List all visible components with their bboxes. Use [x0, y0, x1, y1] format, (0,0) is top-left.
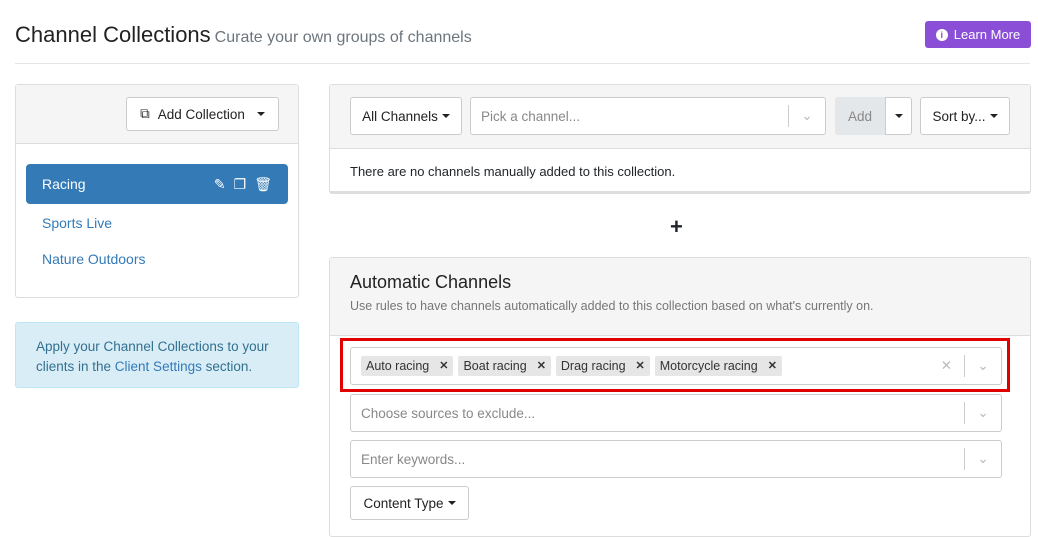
chevron-down-icon: ⌄ — [977, 358, 989, 373]
chevron-down-icon: ⌄ — [977, 405, 989, 420]
content-type-dropdown[interactable]: Content Type — [350, 486, 469, 520]
info-icon: i — [935, 28, 948, 41]
exclude-sources-select[interactable]: Choose sources to exclude... ⌄ — [350, 394, 1002, 432]
edit-icon[interactable]: ✎ — [214, 176, 226, 193]
remove-tag-icon[interactable]: ✕ — [636, 359, 645, 373]
copy-icon[interactable]: ❐ — [234, 176, 247, 193]
collection-item-sports-live[interactable]: Sports Live — [26, 203, 288, 243]
genre-tags-select[interactable]: Auto racing ✕ Boat racing ✕ Drag racing ✕ M… — [350, 347, 1002, 385]
caret-down-icon — [441, 114, 450, 118]
keywords-select[interactable]: Enter keywords... ⌄ — [350, 440, 1002, 478]
plus-icon: + — [670, 214, 683, 239]
page-subtitle: Curate your own groups of channels — [214, 29, 472, 46]
collection-item-racing[interactable]: Racing ✎ ❐ 🗑 — [26, 164, 288, 204]
layers-plus-icon: ⧉ — [140, 106, 150, 121]
tag: Auto racing ✕ — [361, 356, 454, 376]
client-settings-link[interactable]: Client Settings — [115, 359, 202, 374]
chevron-down-icon: ⌄ — [977, 451, 989, 466]
empty-message: There are no channels manually added to … — [350, 164, 676, 179]
pick-channel-select[interactable]: Pick a channel... ⌄ — [470, 97, 826, 135]
collection-item-nature-outdoors[interactable]: Nature Outdoors — [26, 239, 288, 279]
page-title: Channel Collections Curate your own group… — [15, 22, 472, 47]
remove-tag-icon[interactable]: ✕ — [768, 359, 777, 373]
all-channels-dropdown[interactable]: All Channels — [350, 97, 462, 135]
info-alert: Apply your Channel Collections to your c… — [15, 322, 299, 388]
add-collection-button[interactable]: ⧉ Add Collection — [126, 97, 279, 131]
chevron-down-icon: ⌄ — [801, 108, 813, 123]
add-options-dropdown[interactable] — [885, 97, 912, 135]
caret-down-icon — [447, 501, 456, 505]
automatic-description: Use rules to have channels automatically… — [350, 299, 874, 313]
caret-down-icon — [256, 112, 265, 116]
manual-channels-panel: All Channels Pick a channel... ⌄ Add Sort… — [329, 84, 1031, 194]
tag: Drag racing ✕ — [555, 356, 650, 376]
divider — [15, 63, 1030, 64]
add-button[interactable]: Add — [835, 97, 885, 135]
caret-down-icon — [989, 114, 998, 118]
remove-tag-icon[interactable]: ✕ — [537, 359, 546, 373]
automatic-title: Automatic Channels — [350, 272, 512, 292]
learn-more-button[interactable]: i Learn More — [925, 21, 1031, 48]
tag: Motorcycle racing ✕ — [654, 356, 782, 376]
trash-icon[interactable]: 🗑 — [254, 176, 272, 193]
sort-by-dropdown[interactable]: Sort by... — [920, 97, 1010, 135]
caret-down-icon — [894, 114, 903, 118]
clear-icon[interactable]: ✕ — [929, 358, 964, 374]
tag: Boat racing ✕ — [458, 356, 551, 376]
remove-tag-icon[interactable]: ✕ — [439, 359, 448, 373]
